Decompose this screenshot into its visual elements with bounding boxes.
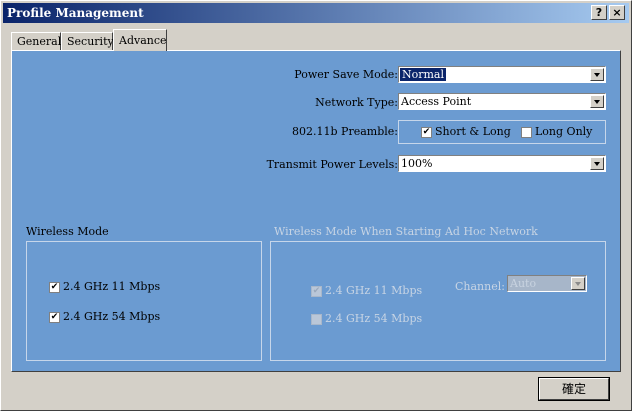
transmit-power-select[interactable]: 100% [398,155,606,172]
channel-value: Auto [510,277,537,290]
tab-security[interactable]: Security [61,32,114,50]
transmit-power-label: Transmit Power Levels: [266,158,398,171]
power-save-mode-label: Power Save Mode: [294,68,398,81]
help-button[interactable]: ? [591,5,607,20]
wireless-mode-group: ✔ 2.4 GHz 11 Mbps ✔ 2.4 GHz 54 Mbps [26,241,262,361]
adhoc-mode-group: ✔ 2.4 GHz 11 Mbps 2.4 GHz 54 Mbps Channe… [270,241,606,361]
network-type-label: Network Type: [315,96,398,109]
close-button[interactable]: × [609,5,625,20]
ok-button[interactable]: 確定 [538,377,610,401]
wireless-54mbps-checkbox[interactable]: ✔ [49,312,60,323]
preamble-short-long-label: Short & Long [435,125,511,138]
chevron-down-icon[interactable] [571,277,585,290]
adhoc-54mbps-checkbox[interactable] [311,314,322,325]
wireless-mode-title: Wireless Mode [26,225,109,238]
power-save-mode-value: Normal [400,68,447,81]
transmit-power-value: 100% [401,157,433,170]
adhoc-54mbps-label: 2.4 GHz 54 Mbps [325,312,423,325]
chevron-down-icon[interactable] [590,95,604,108]
preamble-long-only-label: Long Only [535,125,593,138]
chevron-down-icon[interactable] [590,68,604,81]
network-type-select[interactable]: Access Point [398,93,606,110]
network-type-value: Access Point [401,95,472,108]
title-bar[interactable]: Profile Management ? × [3,3,629,23]
advance-panel: Power Save Mode: Normal Network Type: Ac… [11,50,621,372]
window-title: Profile Management [7,6,144,20]
channel-label: Channel: [455,280,505,293]
preamble-long-only-checkbox[interactable] [521,127,532,138]
wireless-11mbps-checkbox[interactable]: ✔ [49,282,60,293]
preamble-label: 802.11b Preamble: [292,125,398,138]
preamble-short-long-checkbox[interactable]: ✔ [421,127,432,138]
chevron-down-icon[interactable] [590,157,604,170]
adhoc-11mbps-checkbox[interactable]: ✔ [311,286,322,297]
power-save-mode-select[interactable]: Normal [398,66,606,83]
adhoc-mode-title: Wireless Mode When Starting Ad Hoc Netwo… [274,225,538,238]
wireless-11mbps-label: 2.4 GHz 11 Mbps [63,280,161,293]
tab-advance[interactable]: Advance [113,29,167,51]
channel-select[interactable]: Auto [507,275,587,292]
adhoc-11mbps-label: 2.4 GHz 11 Mbps [325,284,423,297]
profile-management-window: Profile Management ? × General Security … [0,0,632,411]
preamble-group: ✔ Short & Long Long Only [398,120,606,144]
wireless-54mbps-label: 2.4 GHz 54 Mbps [63,310,161,323]
tab-general[interactable]: General [11,32,61,50]
